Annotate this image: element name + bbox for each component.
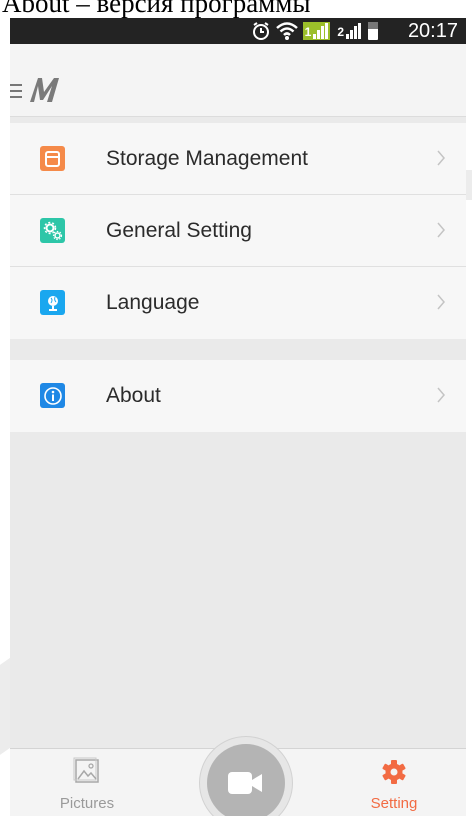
settings-menu-group: Storage Management General Setting Langu…	[10, 123, 466, 339]
status-bar: 1 2 20:17	[10, 18, 466, 44]
globe-icon	[40, 290, 65, 315]
battery-icon	[368, 22, 378, 40]
chevron-right-icon	[437, 294, 445, 310]
status-time: 20:17	[407, 20, 458, 42]
video-camera-icon	[228, 772, 262, 794]
menu-item-storage-management[interactable]: Storage Management	[10, 123, 466, 195]
menu-item-label: Language	[106, 291, 200, 314]
menu-item-language[interactable]: Language	[10, 267, 466, 339]
hamburger-icon[interactable]	[10, 84, 22, 100]
document-caption: About – версия программы	[2, 0, 311, 18]
alarm-icon	[252, 22, 269, 40]
chevron-right-icon	[437, 387, 445, 403]
nav-setting[interactable]: Setting	[357, 749, 431, 816]
about-menu-group: About	[10, 360, 466, 432]
menu-item-label: About	[106, 384, 161, 407]
info-icon	[40, 383, 65, 408]
nav-pictures[interactable]: Pictures	[50, 749, 124, 816]
status-icons: 1 2	[251, 21, 378, 41]
phone-screen: 1 2 20:17 Storage Management General Set…	[10, 18, 466, 816]
chevron-right-icon	[437, 150, 445, 166]
menu-item-label: Storage Management	[106, 147, 308, 170]
menu-item-general-setting[interactable]: General Setting	[10, 195, 466, 267]
app-header	[10, 44, 466, 117]
gear-icon	[382, 760, 406, 784]
sim2-label: 2	[337, 25, 344, 39]
pictures-icon	[73, 757, 99, 783]
nav-setting-label: Setting	[370, 795, 418, 812]
gears-icon	[40, 218, 65, 243]
chevron-right-icon	[437, 222, 445, 238]
wifi-icon	[275, 22, 298, 40]
nav-pictures-label: Pictures	[59, 795, 115, 812]
m-logo	[30, 78, 59, 102]
menu-item-label: General Setting	[106, 219, 252, 242]
record-button-inner	[207, 744, 285, 816]
storage-icon	[40, 146, 65, 171]
sim1-label: 1	[304, 25, 312, 39]
signal-sim1-icon: 1	[302, 22, 331, 40]
menu-item-about[interactable]: About	[10, 360, 466, 432]
signal-sim2-icon: 2	[335, 22, 363, 40]
